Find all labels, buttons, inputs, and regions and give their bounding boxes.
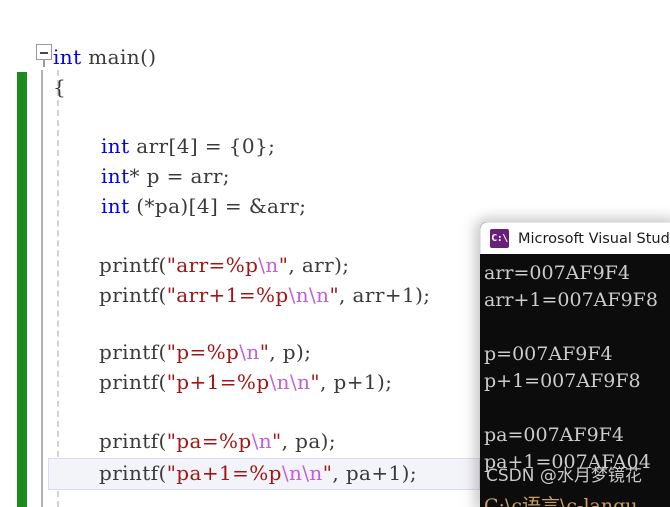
code-line[interactable]: printf("arr+1=%p\n\n", arr+1); [0, 280, 430, 310]
code-token-esc: \n [258, 253, 279, 277]
code-token-punc: }; [254, 134, 276, 158]
code-token-kw: int [53, 45, 82, 69]
console-output-line: arr+1=007AF9F8 [484, 289, 658, 311]
code-line[interactable]: printf("pa=%p\n", pa); [0, 426, 336, 456]
code-line[interactable]: printf("p+1=%p\n\n", p+1); [0, 367, 392, 397]
code-token-id: , pa+1); [332, 461, 417, 485]
code-token-id: (*pa) [129, 194, 189, 218]
code-token-kw: int [101, 134, 130, 158]
code-token-str: " [259, 340, 270, 364]
console-path-line: C:\c语言\c-langu [484, 495, 638, 507]
code-token-punc: ] = &arr; [209, 194, 307, 218]
code-token-punc: () [140, 45, 157, 69]
console-output-area[interactable]: arr=007AF9F4 arr+1=007AF9F8 p=007AF9F4 p+1… [480, 254, 670, 507]
code-line[interactable]: int* p = arr; [0, 161, 230, 191]
visual-studio-icon: C:\ [490, 229, 509, 248]
code-token-esc: \n [288, 283, 310, 307]
code-token-str: "pa+1=%p [166, 461, 282, 485]
console-titlebar[interactable]: C:\ Microsoft Visual Studi [480, 222, 670, 254]
code-token-id: printf( [99, 283, 167, 307]
code-token-esc: \n [269, 370, 290, 394]
code-token-esc: \n [281, 461, 303, 485]
code-line[interactable] [0, 397, 106, 427]
screenshot-root: int main(){ int arr[4] = {0}; int* p = ar… [0, 0, 670, 507]
code-token-str: "arr+1=%p [166, 283, 289, 307]
code-token-punc: [ [188, 194, 197, 218]
code-line[interactable]: { [0, 72, 66, 102]
code-line[interactable]: int arr[4] = {0}; [0, 131, 275, 161]
code-token-str: " [278, 253, 289, 277]
code-line[interactable] [0, 310, 106, 340]
code-token-str: " [329, 283, 340, 307]
code-token-num: 4 [176, 134, 190, 158]
code-token-punc: ] = { [189, 134, 242, 158]
code-line[interactable]: printf("arr=%p\n", arr); [0, 250, 349, 280]
console-output-line: pa=007AF9F4 [484, 424, 624, 446]
code-token-id: , p); [269, 340, 312, 364]
code-token-id: printf( [99, 370, 167, 394]
code-token-str: "p+1=%p [166, 370, 270, 394]
code-token-id: , pa); [281, 429, 336, 453]
code-token-esc: \n [302, 461, 323, 485]
code-token-id: main [88, 45, 141, 69]
code-token-id: printf( [99, 429, 167, 453]
code-token-esc: \n [289, 370, 311, 394]
console-output-line: p+1=007AF9F8 [484, 370, 641, 392]
code-token-esc: \n [309, 283, 330, 307]
code-token-num: 4 [196, 194, 210, 218]
code-line[interactable]: int main() [0, 42, 156, 72]
code-token-str: " [310, 370, 320, 394]
code-token-str: " [272, 429, 282, 453]
code-token-id: printf( [99, 253, 167, 277]
code-token-id: , p+1); [320, 370, 393, 394]
code-line[interactable] [0, 102, 60, 132]
code-token-id: , arr+1); [339, 283, 431, 307]
code-line[interactable] [0, 221, 108, 251]
code-token-punc: [ [168, 134, 177, 158]
code-line[interactable]: int (*pa)[4] = &arr; [0, 191, 306, 221]
console-window[interactable]: C:\ Microsoft Visual Studi arr=007AF9F4 a… [480, 222, 670, 507]
code-token-num: 0 [241, 134, 255, 158]
code-token-id: , arr); [288, 253, 350, 277]
code-line[interactable]: printf("pa+1=%p\n\n", pa+1); [0, 458, 417, 488]
code-token-id: printf( [99, 340, 167, 364]
code-token-str: "pa=%p [166, 429, 252, 453]
console-output-line: arr=007AF9F4 [484, 262, 630, 284]
code-token-kw: int [101, 194, 130, 218]
code-token-str: " [322, 461, 333, 485]
code-token-esc: \n [239, 340, 260, 364]
code-token-esc: \n [251, 429, 272, 453]
visual-studio-icon-glyph: C:\ [491, 233, 508, 244]
code-token-id: arr [129, 134, 169, 158]
console-output-line: p=007AF9F4 [484, 343, 613, 365]
code-token-id: printf( [99, 461, 167, 485]
csdn-watermark: CSDN @水月梦镜花 [486, 466, 642, 486]
console-window-title: Microsoft Visual Studi [518, 230, 670, 247]
code-token-punc: { [53, 75, 67, 99]
code-token-str: "p=%p [166, 340, 240, 364]
code-token-id: * p = arr; [129, 164, 230, 188]
code-token-str: "arr=%p [166, 253, 259, 277]
code-line[interactable]: printf("p=%p\n", p); [0, 337, 311, 367]
code-token-kw: int [101, 164, 130, 188]
